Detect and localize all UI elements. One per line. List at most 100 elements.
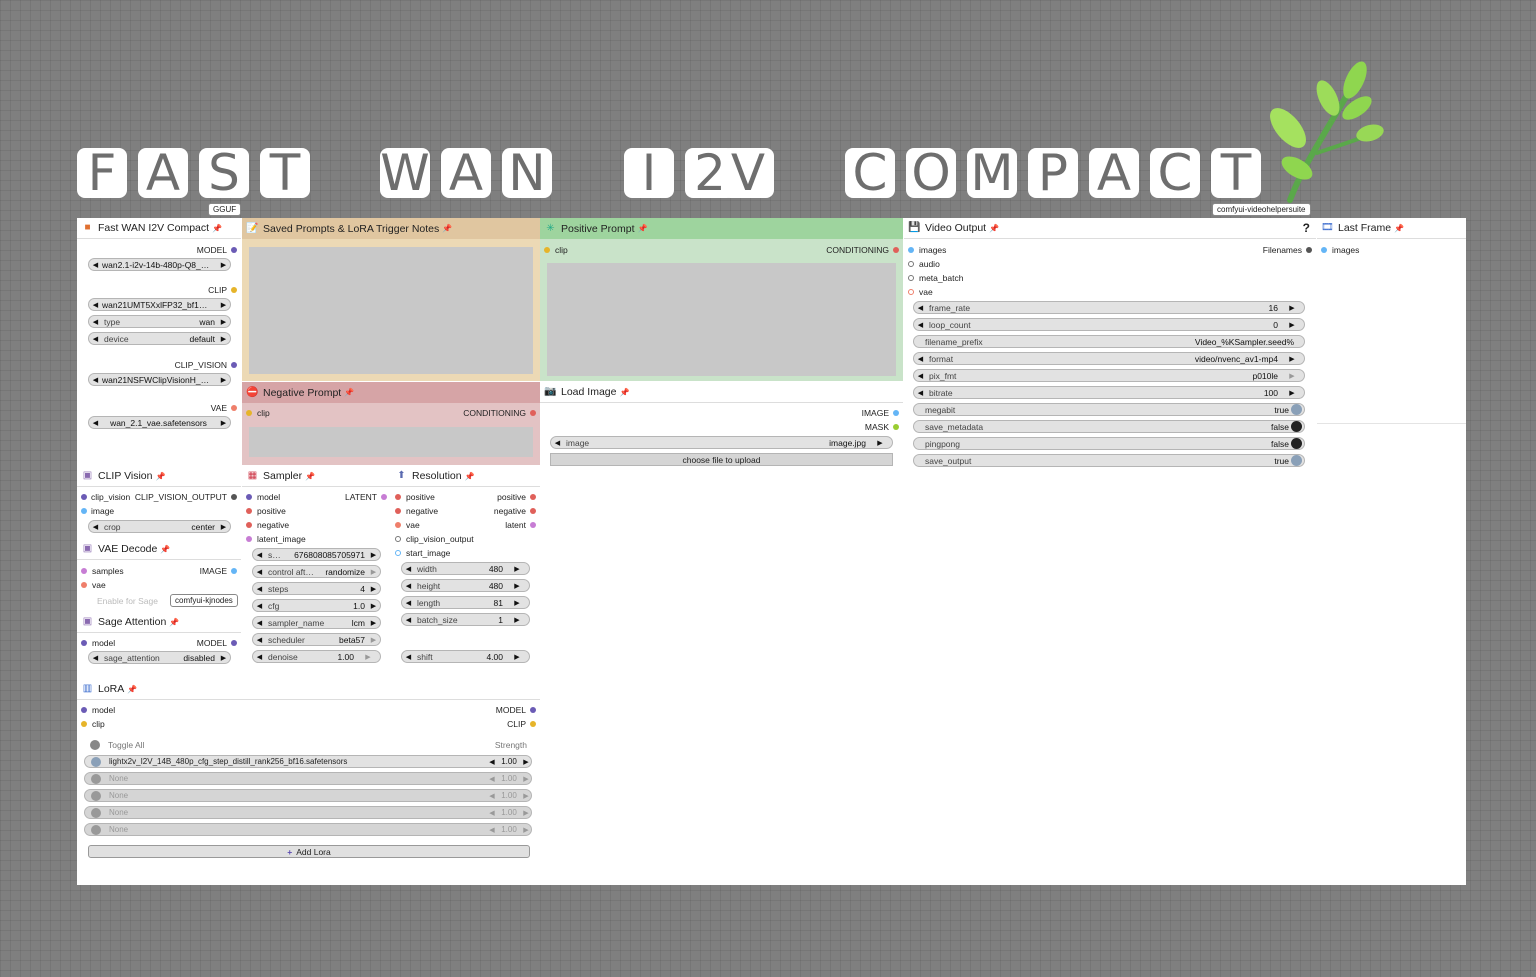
sampler-header[interactable]: ▦ Sampler 📌 [242, 466, 391, 487]
input-socket[interactable] [81, 582, 87, 588]
positive-textarea[interactable] [547, 263, 896, 376]
lora-name[interactable]: None [109, 825, 487, 834]
output-socket[interactable] [231, 287, 237, 293]
arrow-right-icon[interactable]: ▶ [217, 376, 230, 384]
output-socket[interactable] [530, 508, 536, 514]
arrow-left-icon[interactable]: ◀ [914, 304, 927, 312]
lora-row[interactable]: lightx2v_I2V_14B_480p_cfg_step_distill_r… [84, 755, 532, 768]
output-socket[interactable] [231, 640, 237, 646]
arrow-right-icon[interactable]: ▶ [367, 585, 380, 593]
format-select[interactable]: ◀ format video/nvenc_av1-mp4 ▶ [913, 352, 1305, 365]
positive-header[interactable]: ✳ Positive Prompt 📌 [540, 218, 903, 239]
lora-row[interactable]: None ◀ 1.00 ▶ [84, 772, 532, 785]
input-socket[interactable] [81, 707, 87, 713]
help-icon[interactable]: ? [1303, 221, 1310, 235]
arrow-right-icon[interactable]: ▶ [868, 439, 892, 447]
lora-toggle[interactable] [91, 807, 101, 818]
arrow-left-icon[interactable]: ◀ [487, 792, 497, 800]
input-socket[interactable] [81, 640, 87, 646]
negative-textarea[interactable] [249, 427, 533, 457]
arrow-left-icon[interactable]: ◀ [89, 318, 102, 326]
arrow-left-icon[interactable]: ◀ [89, 654, 102, 662]
arrow-right-icon[interactable]: ▶ [217, 301, 230, 309]
lora-name[interactable]: None [109, 808, 487, 817]
arrow-right-icon[interactable]: ▶ [505, 565, 529, 573]
bitrate-stepper[interactable]: ◀ bitrate 100 ▶ [913, 386, 1305, 399]
arrow-left-icon[interactable]: ◀ [914, 355, 927, 363]
pin-icon[interactable]: 📌 [465, 472, 475, 481]
output-socket[interactable] [381, 494, 387, 500]
arrow-left-icon[interactable]: ◀ [914, 389, 927, 397]
arrow-left-icon[interactable]: ◀ [253, 551, 266, 559]
arrow-left-icon[interactable]: ◀ [89, 335, 102, 343]
lora-toggle[interactable] [91, 773, 101, 784]
toggle-knob[interactable] [1291, 404, 1302, 415]
loop-count-stepper[interactable]: ◀ loop_count 0 ▶ [913, 318, 1305, 331]
arrow-right-icon[interactable]: ▶ [1280, 372, 1304, 380]
arrow-left-icon[interactable]: ◀ [402, 599, 415, 607]
input-socket[interactable] [908, 247, 914, 253]
output-socket[interactable] [231, 494, 237, 500]
arrow-right-icon[interactable]: ▶ [367, 602, 380, 610]
arrow-left-icon[interactable]: ◀ [551, 439, 564, 447]
lora-strength[interactable]: 1.00 [497, 791, 521, 800]
lora-strength[interactable]: 1.00 [497, 825, 521, 834]
input-socket[interactable] [395, 550, 401, 556]
lora-row[interactable]: None ◀ 1.00 ▶ [84, 789, 532, 802]
arrow-right-icon[interactable]: ▶ [367, 636, 380, 644]
frame-rate-stepper[interactable]: ◀ frame_rate 16 ▶ [913, 301, 1305, 314]
lora-strength[interactable]: 1.00 [497, 774, 521, 783]
arrow-left-icon[interactable]: ◀ [402, 582, 415, 590]
input-socket[interactable] [246, 508, 252, 514]
arrow-right-icon[interactable]: ▶ [217, 654, 230, 662]
last-frame-header[interactable]: 🎞 Last Frame 📌 [1317, 218, 1466, 239]
input-socket[interactable] [246, 410, 252, 416]
arrow-right-icon[interactable]: ▶ [217, 523, 230, 531]
sage-header[interactable]: ▣ Sage Attention 📌 [77, 612, 241, 633]
arrow-right-icon[interactable]: ▶ [217, 261, 230, 269]
arrow-right-icon[interactable]: ▶ [367, 568, 380, 576]
output-socket[interactable] [231, 362, 237, 368]
lora-name[interactable]: None [109, 791, 487, 800]
output-socket[interactable] [893, 410, 899, 416]
arrow-left-icon[interactable]: ◀ [402, 565, 415, 573]
arrow-left-icon[interactable]: ◀ [253, 619, 266, 627]
input-socket[interactable] [81, 721, 87, 727]
pin-icon[interactable]: 📌 [127, 685, 137, 694]
image-select[interactable]: ◀ image image.jpg ▶ [550, 436, 893, 449]
arrow-left-icon[interactable]: ◀ [89, 376, 102, 384]
arrow-left-icon[interactable]: ◀ [89, 301, 102, 309]
arrow-left-icon[interactable]: ◀ [253, 602, 266, 610]
arrow-left-icon[interactable]: ◀ [914, 321, 927, 329]
megabit-toggle[interactable]: megabit true [913, 403, 1305, 416]
pin-icon[interactable]: 📌 [160, 545, 170, 554]
input-socket[interactable] [246, 494, 252, 500]
output-socket[interactable] [893, 247, 899, 253]
arrow-left-icon[interactable]: ◀ [253, 585, 266, 593]
filename-prefix-field[interactable]: filename_prefix Video_%KSampler.seed% [913, 335, 1305, 348]
input-socket[interactable] [395, 522, 401, 528]
lora-name[interactable]: None [109, 774, 487, 783]
clip-vision-select[interactable]: ◀ wan21NSFWClipVisionH_… ▶ [88, 373, 231, 386]
pin-icon[interactable]: 📌 [638, 224, 648, 233]
lora-toggle[interactable] [91, 790, 101, 801]
model-select[interactable]: ◀ wan2.1-i2v-14b-480p-Q8_… ▶ [88, 258, 231, 271]
loader-header[interactable]: ■ Fast WAN I2V Compact 📌 [77, 218, 241, 239]
steps-stepper[interactable]: ◀ steps 4 ▶ [252, 582, 381, 595]
arrow-left-icon[interactable]: ◀ [253, 568, 266, 576]
load-image-header[interactable]: 📷 Load Image 📌 [540, 382, 903, 403]
arrow-left-icon[interactable]: ◀ [487, 758, 497, 766]
output-socket[interactable] [530, 494, 536, 500]
arrow-right-icon[interactable]: ▶ [505, 616, 529, 624]
arrow-left-icon[interactable]: ◀ [253, 653, 266, 661]
output-socket[interactable] [893, 424, 899, 430]
sage-select[interactable]: ◀ sage_attention disabled ▶ [88, 651, 231, 664]
arrow-left-icon[interactable]: ◀ [487, 775, 497, 783]
negative-header[interactable]: ⛔ Negative Prompt 📌 [242, 382, 540, 403]
width-stepper[interactable]: ◀ width 480 ▶ [401, 562, 530, 575]
lora-name[interactable]: lightx2v_I2V_14B_480p_cfg_step_distill_r… [109, 757, 487, 766]
arrow-right-icon[interactable]: ▶ [356, 653, 380, 661]
control-select[interactable]: ◀ control aft… randomize ▶ [252, 565, 381, 578]
add-lora-button[interactable]: + Add Lora [88, 845, 530, 858]
output-socket[interactable] [530, 721, 536, 727]
